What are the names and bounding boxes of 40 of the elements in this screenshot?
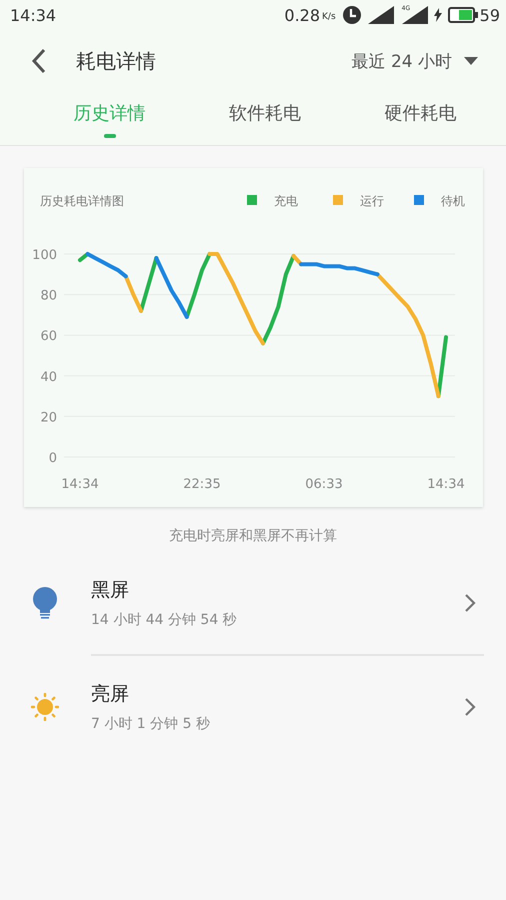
page-title: 耗电详情: [76, 48, 157, 74]
back-button[interactable]: [30, 48, 48, 74]
battery-percent: 59: [480, 6, 500, 24]
row-title: 黑屏: [91, 578, 130, 603]
row-title: 亮屏: [91, 682, 130, 707]
y-tick-label: 20: [40, 410, 57, 426]
tab[interactable]: 硬件耗电: [342, 92, 498, 145]
chevron-icon: [464, 697, 476, 717]
usage-row[interactable]: 亮屏 7 小时 1 分钟 5 秒: [0, 661, 506, 753]
caret-icon: [464, 57, 478, 65]
x-tick-label: 22:35: [183, 477, 221, 492]
range-dropdown[interactable]: 最近 24 小时: [352, 50, 478, 72]
y-tick-label: 0: [48, 451, 57, 466]
row-duration: 14 小时 44 分钟 54 秒: [91, 611, 238, 629]
legend-label: 充电: [274, 194, 298, 208]
y-tick-label: 100: [32, 248, 57, 263]
sun-icon: [31, 693, 59, 721]
tab[interactable]: 软件耗电: [187, 92, 343, 145]
chevron-icon: [464, 593, 476, 613]
x-tick-label: 14:34: [427, 477, 465, 492]
x-tick-label: 14:34: [61, 477, 99, 492]
signal-icon: [368, 6, 394, 24]
usage-row[interactable]: 黑屏 14 小时 44 分钟 54 秒: [0, 557, 506, 649]
legend-label: 待机: [441, 194, 465, 208]
y-tick-label: 40: [40, 370, 57, 385]
network-speed: 0.28: [284, 6, 320, 24]
y-tick-label: 60: [40, 329, 57, 344]
clock-time: 14:34: [10, 6, 56, 24]
chart-title: 历史耗电详情图: [40, 194, 124, 208]
back-icon: [30, 48, 48, 74]
x-tick-label: 06:33: [305, 477, 343, 492]
speed-unit: K/s: [322, 12, 336, 22]
legend-label: 运行: [360, 194, 384, 208]
y-tick-label: 80: [40, 288, 57, 304]
signal-icon: [400, 6, 428, 24]
row-duration: 7 小时 1 分钟 5 秒: [91, 715, 211, 733]
alarm-clock-icon: [342, 5, 362, 25]
note-text: 充电时亮屏和黑屏不再计算: [168, 527, 338, 545]
battery-icon: [448, 7, 478, 23]
light-bulb-icon: [32, 587, 58, 619]
